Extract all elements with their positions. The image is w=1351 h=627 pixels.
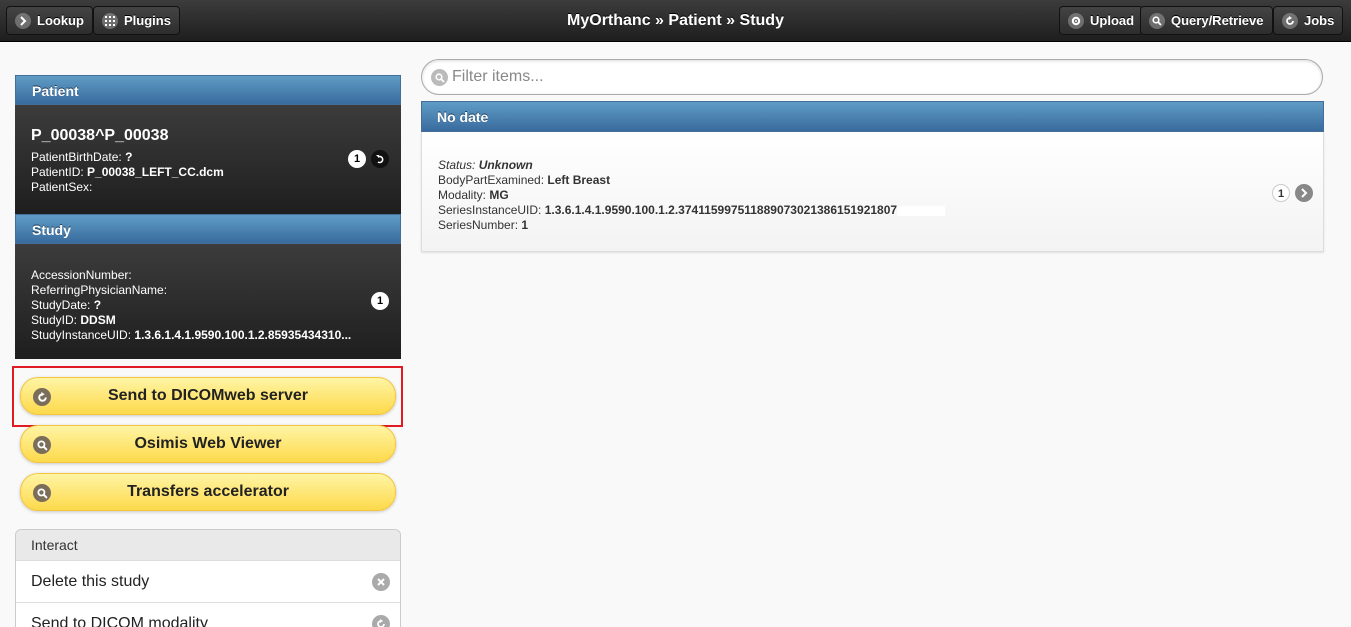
search-icon — [33, 484, 51, 502]
send-to-dicom-modality-item[interactable]: Send to DICOM modality — [16, 603, 400, 627]
osimis-web-viewer-label: Osimis Web Viewer — [134, 435, 282, 452]
jobs-button[interactable]: Jobs — [1273, 6, 1344, 35]
series-status: Status: Unknown — [438, 158, 533, 172]
series-list-item[interactable]: Status: Unknown BodyPartExamined: Left B… — [421, 132, 1324, 252]
study-panel: AccessionNumber: ReferringPhysicianName:… — [15, 244, 401, 359]
study-heading: Study — [15, 214, 401, 244]
delete-study-label: Delete this study — [31, 573, 150, 590]
refresh-icon — [372, 615, 390, 627]
study-date: StudyDate: ? — [31, 298, 102, 312]
search-icon — [431, 69, 448, 86]
filter-input[interactable] — [452, 66, 1302, 88]
query-retrieve-button[interactable]: Query/Retrieve — [1140, 6, 1273, 35]
jobs-label: Jobs — [1304, 13, 1335, 28]
refresh-icon — [33, 388, 51, 406]
undo-icon[interactable] — [371, 150, 389, 168]
send-to-dicom-modality-label: Send to DICOM modality — [31, 615, 208, 627]
patient-sex: PatientSex: — [31, 180, 93, 194]
top-toolbar: Lookup Plugins MyOrthanc » Patient » Stu… — [0, 0, 1351, 42]
upload-label: Upload — [1090, 13, 1135, 28]
patient-birthdate: PatientBirthDate: ? — [31, 150, 133, 164]
series-number: SeriesNumber: 1 — [438, 218, 529, 232]
interact-heading: Interact — [16, 530, 400, 561]
study-accession-number: AccessionNumber: — [31, 268, 132, 282]
study-id: StudyID: DDSM — [31, 313, 116, 327]
series-instance-count: 1 — [1272, 184, 1290, 202]
delete-study-item[interactable]: Delete this study — [16, 561, 400, 603]
interact-panel: Interact Delete this study Send to DICOM… — [15, 529, 401, 627]
redaction-mask — [897, 205, 946, 216]
refresh-icon — [1282, 13, 1298, 29]
query-retrieve-label: Query/Retrieve — [1171, 13, 1264, 28]
series-group-heading: No date — [421, 101, 1324, 132]
chevron-right-icon[interactable] — [1295, 184, 1313, 202]
transfers-accelerator-button[interactable]: Transfers accelerator — [20, 473, 396, 511]
filter-search-box[interactable] — [421, 59, 1323, 95]
study-series-count: 1 — [371, 292, 389, 310]
series-modality: Modality: MG — [438, 188, 509, 202]
close-icon — [372, 573, 390, 591]
study-referring-physician: ReferringPhysicianName: — [31, 283, 168, 297]
patient-study-count: 1 — [348, 150, 366, 168]
series-instance-uid: SeriesInstanceUID: 1.3.6.1.4.1.9590.100.… — [438, 203, 946, 217]
study-instance-uid: StudyInstanceUID: 1.3.6.1.4.1.9590.100.1… — [31, 328, 352, 342]
patient-heading: Patient — [15, 75, 401, 105]
upload-button[interactable]: Upload — [1059, 6, 1144, 35]
send-to-dicomweb-label: Send to DICOMweb server — [107, 387, 309, 404]
patient-panel: P_00038^P_00038 PatientBirthDate: ? Pati… — [15, 105, 401, 214]
patient-name: P_00038^P_00038 — [31, 127, 169, 144]
transfers-accelerator-label: Transfers accelerator — [127, 483, 289, 500]
search-icon — [33, 436, 51, 454]
send-to-dicomweb-button[interactable]: Send to DICOMweb server — [20, 377, 396, 415]
series-body-part: BodyPartExamined: Left Breast — [438, 173, 611, 187]
gear-icon — [1068, 13, 1084, 29]
osimis-web-viewer-button[interactable]: Osimis Web Viewer — [20, 425, 396, 463]
patient-id: PatientID: P_00038_LEFT_CC.dcm — [31, 165, 224, 179]
search-icon — [1149, 13, 1165, 29]
